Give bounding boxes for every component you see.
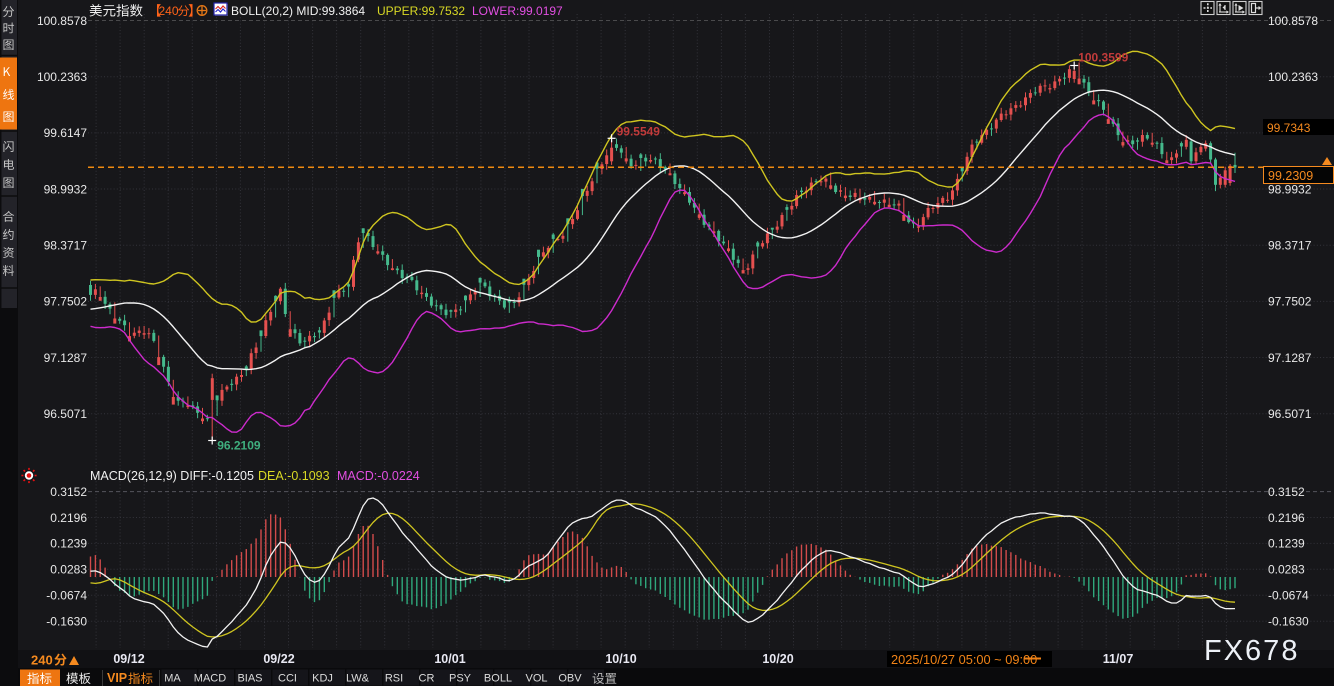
svg-text:0.2196: 0.2196 [50, 511, 87, 525]
svg-text:98.3717: 98.3717 [44, 239, 88, 253]
svg-text:100.2363: 100.2363 [1268, 70, 1318, 84]
svg-text:BOLL(20,2) MID:99.3864: BOLL(20,2) MID:99.3864 [231, 4, 365, 18]
svg-text:09/22: 09/22 [263, 652, 294, 666]
svg-text:0.1239: 0.1239 [50, 537, 87, 551]
svg-text:96.5071: 96.5071 [44, 407, 88, 421]
svg-text:100.8578: 100.8578 [37, 14, 87, 28]
svg-text:DEA:-0.1093: DEA:-0.1093 [258, 469, 330, 483]
svg-text:0.0283: 0.0283 [50, 563, 87, 577]
svg-text:100.3599: 100.3599 [1078, 51, 1128, 65]
svg-text:BIAS: BIAS [237, 673, 262, 685]
svg-text:99.2309: 99.2309 [1268, 169, 1313, 183]
svg-text:MACD:-0.0224: MACD:-0.0224 [337, 469, 420, 483]
svg-text:LOWER:99.0197: LOWER:99.0197 [472, 4, 563, 18]
svg-text:10/01: 10/01 [434, 652, 465, 666]
svg-text:0.3152: 0.3152 [1268, 485, 1305, 499]
svg-text:99.5549: 99.5549 [617, 124, 661, 138]
svg-text:97.7502: 97.7502 [44, 295, 88, 309]
svg-text:KDJ: KDJ [312, 673, 333, 685]
svg-text:240: 240 [159, 4, 179, 18]
svg-text:VIP: VIP [107, 671, 127, 685]
svg-text:98.9932: 98.9932 [44, 182, 88, 196]
svg-text:97.1287: 97.1287 [1268, 351, 1312, 365]
svg-text:FX678: FX678 [1204, 635, 1299, 667]
svg-text:CCI: CCI [278, 673, 297, 685]
svg-text:-0.0674: -0.0674 [46, 589, 87, 603]
svg-text:-0.1630: -0.1630 [1268, 615, 1309, 629]
svg-text:PSY: PSY [449, 673, 472, 685]
svg-text:0.2196: 0.2196 [1268, 511, 1305, 525]
svg-text:0.3152: 0.3152 [50, 485, 87, 499]
svg-text:LW&: LW& [346, 673, 370, 685]
svg-text:99.6147: 99.6147 [44, 126, 88, 140]
svg-text:96.2109: 96.2109 [217, 439, 261, 453]
svg-text:97.1287: 97.1287 [44, 351, 88, 365]
svg-text:99.7343: 99.7343 [1267, 121, 1311, 135]
svg-text:10/20: 10/20 [762, 652, 793, 666]
svg-text:240: 240 [31, 653, 53, 668]
svg-text:VOL: VOL [525, 673, 547, 685]
svg-text:98.9932: 98.9932 [1268, 182, 1312, 196]
svg-text:98.3717: 98.3717 [1268, 239, 1312, 253]
svg-text:MA: MA [164, 673, 181, 685]
svg-text:96.5071: 96.5071 [1268, 407, 1312, 421]
svg-text:2025/10/27 05:00 ~ 09:00: 2025/10/27 05:00 ~ 09:00 [891, 652, 1037, 667]
svg-text:CR: CR [419, 673, 435, 685]
svg-text:OBV: OBV [558, 673, 582, 685]
svg-text:09/12: 09/12 [113, 652, 144, 666]
svg-text:-0.1630: -0.1630 [46, 615, 87, 629]
svg-text:BOLL: BOLL [484, 673, 512, 685]
svg-text:UPPER:99.7532: UPPER:99.7532 [377, 4, 465, 18]
svg-text:MACD: MACD [194, 673, 226, 685]
svg-text:11/07: 11/07 [1103, 652, 1134, 666]
svg-text:MACD(26,12,9) DIFF:-0.1205: MACD(26,12,9) DIFF:-0.1205 [90, 469, 254, 483]
svg-text:0.1239: 0.1239 [1268, 537, 1305, 551]
svg-text:10/10: 10/10 [605, 652, 636, 666]
svg-text:97.7502: 97.7502 [1268, 295, 1312, 309]
svg-text:-0.0674: -0.0674 [1268, 589, 1309, 603]
svg-text:100.8578: 100.8578 [1268, 14, 1318, 28]
svg-text:100.2363: 100.2363 [37, 70, 87, 84]
svg-text:RSI: RSI [385, 673, 403, 685]
svg-text:0.0283: 0.0283 [1268, 563, 1305, 577]
